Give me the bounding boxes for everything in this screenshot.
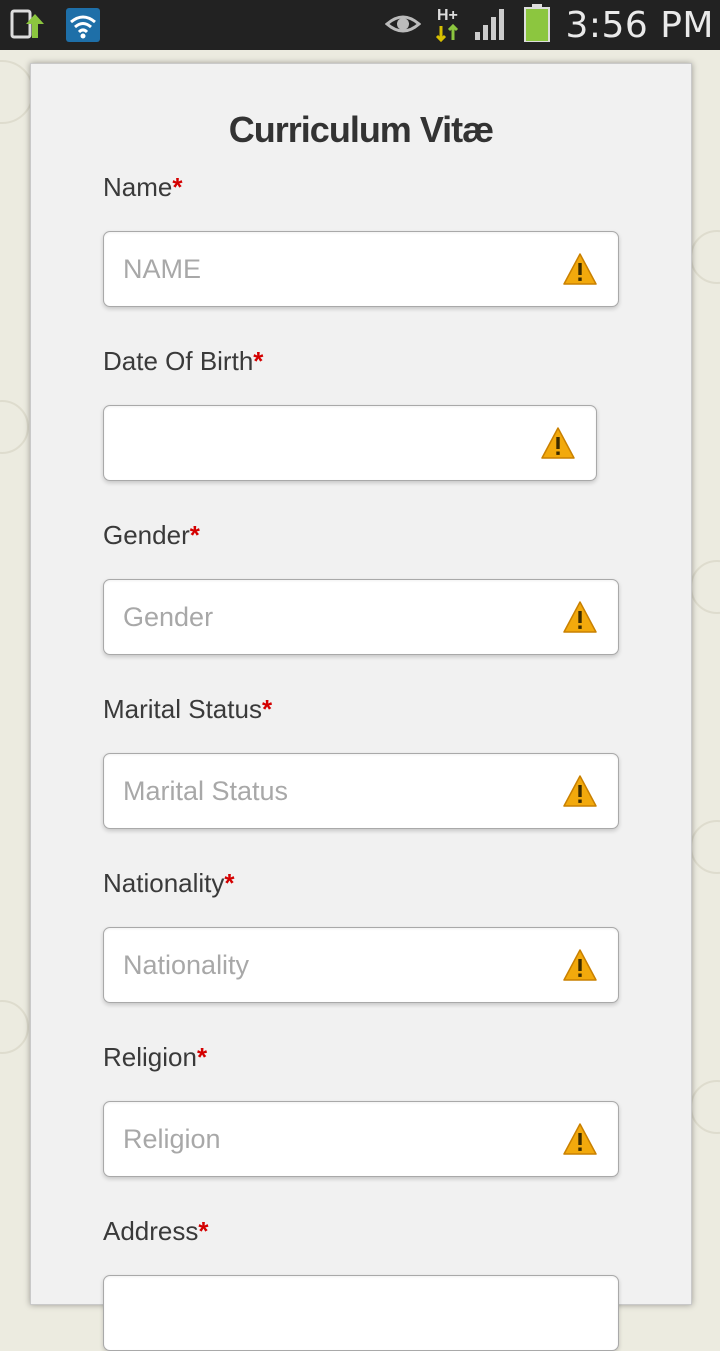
background-decoration: [0, 1000, 29, 1054]
required-marker: *: [224, 868, 235, 898]
background-decoration: [0, 60, 34, 124]
warning-icon: [563, 1123, 597, 1155]
field-label-name: Name*: [103, 172, 183, 202]
field-label-marital-status: Marital Status*: [103, 694, 273, 724]
background-decoration: [690, 230, 720, 284]
nationality-placeholder: Nationality: [123, 950, 250, 980]
warning-icon: [563, 775, 597, 807]
required-marker: *: [189, 520, 200, 550]
field-label-gender: Gender*: [103, 520, 200, 550]
background-decoration: [0, 400, 29, 454]
field-label-religion: Religion*: [103, 1042, 208, 1072]
warning-icon: [563, 253, 597, 285]
gender-placeholder: Gender: [123, 602, 214, 632]
warning-icon: [563, 949, 597, 981]
field-label-nationality: Nationality*: [103, 868, 235, 898]
marital-status-input[interactable]: Marital Status: [103, 753, 619, 829]
eye-icon: [385, 8, 422, 43]
battery-icon: [523, 3, 551, 47]
signal-icon: [473, 6, 509, 45]
wifi-icon: [66, 8, 100, 47]
warning-icon: [563, 601, 597, 633]
required-marker: *: [261, 694, 273, 724]
status-bar: H+ 3:56 PM: [0, 0, 720, 50]
required-marker: *: [253, 346, 264, 376]
background-decoration: [690, 1080, 720, 1134]
name-input[interactable]: NAME: [103, 231, 619, 307]
gender-input[interactable]: Gender: [103, 579, 619, 655]
background-decoration: [690, 820, 720, 874]
warning-icon: [541, 427, 575, 459]
network-type: H+: [436, 7, 458, 24]
clock: 3:56 PM: [565, 4, 714, 46]
cv-form-card: Curriculum Vitæ Name* NAME Date Of Birth…: [30, 63, 692, 1351]
name-placeholder: NAME: [123, 254, 202, 284]
required-marker: *: [172, 172, 183, 202]
date-of-birth-input[interactable]: [103, 405, 597, 481]
required-marker: *: [198, 1216, 209, 1246]
field-label-date-of-birth: Date Of Birth*: [103, 346, 264, 376]
download-icon: [10, 8, 44, 47]
religion-placeholder: Religion: [123, 1124, 221, 1154]
background-decoration: [690, 560, 720, 614]
nationality-input[interactable]: Nationality: [103, 927, 619, 1003]
marital-status-placeholder: Marital Status: [123, 776, 289, 806]
field-label-address: Address*: [103, 1216, 209, 1246]
religion-input[interactable]: Religion: [103, 1101, 619, 1177]
required-marker: *: [196, 1042, 208, 1072]
page-title: Curriculum Vitæ: [228, 109, 494, 150]
data-arrows-icon: H+: [435, 8, 459, 42]
address-input[interactable]: [103, 1275, 619, 1351]
